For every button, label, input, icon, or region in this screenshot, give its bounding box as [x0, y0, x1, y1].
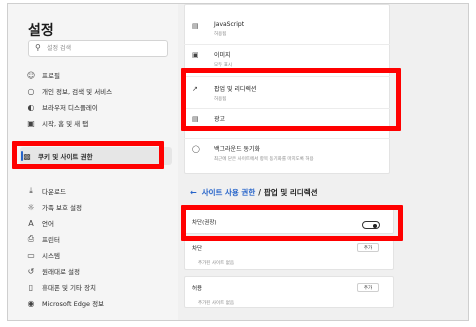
sidebar-item-label: Microsoft Edge 정보 — [42, 300, 105, 308]
sidebar-item-label: 프린터 — [42, 236, 60, 244]
block-add-button[interactable]: 추가 — [357, 243, 379, 252]
permission-row-javascript[interactable]: ▤ JavaScript 허용됨 — [192, 21, 244, 37]
printer-icon: ⎙ — [27, 234, 35, 243]
allow-list-label: 허용 — [192, 286, 203, 292]
allow-add-button[interactable]: 추가 — [357, 283, 379, 292]
sidebar-item-label: 시작, 홈 및 새 탭 — [42, 120, 89, 128]
permission-row-popups[interactable]: ↗ 팝업 및 리디렉션 허용됨 — [192, 84, 256, 102]
settings-main-panel: ▤ JavaScript 허용됨 ▣ 이미지 모두 표시 ↗ 팝업 및 리디렉션… — [178, 4, 468, 320]
breadcrumb-current: 팝업 및 리디렉션 — [263, 188, 318, 197]
ads-icon: ▤ — [192, 115, 199, 123]
divider — [184, 138, 390, 139]
sidebar-item-label: 쿠키 및 사이트 권한 — [38, 153, 93, 161]
sidebar-item-label: 브라우저 디스플레이 — [42, 104, 98, 112]
edge-icon: ◉ — [27, 298, 35, 308]
block-list-label: 차단 — [192, 246, 203, 252]
lock-icon: ○ — [27, 86, 35, 96]
permission-status: 모두 표시 — [214, 63, 232, 68]
permission-row-images[interactable]: ▣ 이미지 모두 표시 — [192, 50, 232, 68]
image-icon: ▣ — [192, 51, 199, 59]
permission-status: 허용됨 — [214, 32, 227, 37]
permission-status: 허용됨 — [214, 97, 227, 102]
sidebar-item-printers[interactable]: ⎙ 프린터 — [24, 232, 174, 246]
download-icon: ⤓ — [29, 186, 33, 195]
sidebar-item-label: 다운로드 — [42, 188, 66, 196]
permission-title: 백그라운드 동기화 — [214, 146, 261, 153]
site-permissions-icon: ▩ — [23, 151, 31, 161]
settings-title: 설정 — [28, 23, 54, 39]
sidebar-item-label: 원래대로 설정 — [42, 268, 80, 276]
sidebar-item-phone-devices[interactable]: ▯ 휴대폰 및 기타 장치 — [24, 280, 174, 294]
breadcrumb-separator: / — [258, 188, 261, 197]
permission-title: JavaScript — [214, 21, 245, 28]
palette-icon: ◐ — [27, 102, 35, 112]
divider — [184, 44, 390, 45]
back-arrow-icon[interactable]: ← — [190, 188, 197, 197]
permission-row-background-sync[interactable]: ◯ 백그라운드 동기화 최근에 닫은 사이트에서 항목 동기화를 마치도록 허용 — [192, 144, 314, 162]
settings-sidebar: 설정 ⚲ ☺ 프로필 ○ 개인 정보, 검색 및 서비스 ◐ 브라우저 디스플레… — [8, 4, 178, 320]
browser-settings-window: 설정 ⚲ ☺ 프로필 ○ 개인 정보, 검색 및 서비스 ◐ 브라우저 디스플레… — [7, 3, 469, 321]
permission-status: 최근에 닫은 사이트에서 항목 동기화를 마치도록 허용 — [214, 157, 314, 162]
search-icon: ⚲ — [35, 43, 41, 52]
popup-icon: ↗ — [192, 85, 198, 93]
sidebar-item-about-edge[interactable]: ◉ Microsoft Edge 정보 — [24, 296, 174, 310]
sidebar-item-label: 프로필 — [42, 72, 60, 80]
block-recommended-label: 차단(권장) — [192, 220, 217, 226]
permission-title: 광고 — [214, 116, 226, 123]
sidebar-item-label: 언어 — [42, 220, 54, 228]
permission-row-ads[interactable]: ▤ 광고 차단됨 — [192, 114, 226, 132]
breadcrumb-parent-link[interactable]: 사이트 사용 권한 — [202, 187, 256, 198]
block-popups-toggle[interactable] — [362, 221, 380, 229]
sidebar-item-label: 휴대폰 및 기타 장치 — [42, 284, 97, 292]
settings-search-input[interactable] — [47, 43, 162, 54]
sidebar-item-profile[interactable]: ☺ 프로필 — [24, 68, 174, 82]
permission-status: 차단됨 — [214, 127, 227, 132]
home-icon: ▣ — [27, 118, 35, 128]
sidebar-item-privacy[interactable]: ○ 개인 정보, 검색 및 서비스 — [24, 84, 174, 98]
sidebar-item-label: 시스템 — [42, 252, 60, 260]
sync-icon: ◯ — [192, 145, 200, 153]
profile-icon: ☺ — [26, 70, 36, 80]
allow-list-empty: 추가된 사이트 없음 — [198, 301, 234, 306]
sidebar-item-languages[interactable]: A 언어 — [24, 216, 174, 230]
sidebar-item-downloads[interactable]: ⤓ 다운로드 — [24, 184, 174, 198]
permission-title: 팝업 및 리디렉션 — [214, 86, 257, 93]
sidebar-item-cookies-permissions[interactable]: ▩ 쿠키 및 사이트 권한 — [20, 147, 172, 165]
settings-search-box[interactable]: ⚲ — [28, 40, 168, 57]
toggle-knob — [373, 223, 377, 228]
system-icon: ▭ — [27, 250, 35, 260]
sidebar-item-label: 개인 정보, 검색 및 서비스 — [42, 88, 113, 96]
sidebar-item-reset[interactable]: ↺ 원래대로 설정 — [24, 264, 174, 278]
code-icon: ▤ — [192, 22, 199, 30]
divider — [184, 108, 390, 109]
sidebar-item-label: 가족 보호 설정 — [42, 204, 83, 212]
language-icon: A — [28, 218, 34, 228]
sidebar-item-start-home[interactable]: ▣ 시작, 홈 및 새 탭 — [24, 116, 174, 130]
divider — [184, 76, 390, 77]
breadcrumb: ← 사이트 사용 권한 / 팝업 및 리디렉션 — [190, 187, 318, 198]
family-icon: ☼ — [27, 202, 35, 212]
sidebar-item-appearance[interactable]: ◐ 브라우저 디스플레이 — [24, 100, 174, 114]
permission-title: 이미지 — [214, 52, 231, 59]
sidebar-item-system[interactable]: ▭ 시스템 — [24, 248, 174, 262]
block-list-empty: 추가된 사이트 없음 — [198, 261, 234, 266]
reset-icon: ↺ — [27, 266, 35, 276]
sidebar-item-family[interactable]: ☼ 가족 보호 설정 — [24, 200, 174, 214]
phone-icon: ▯ — [28, 282, 34, 292]
